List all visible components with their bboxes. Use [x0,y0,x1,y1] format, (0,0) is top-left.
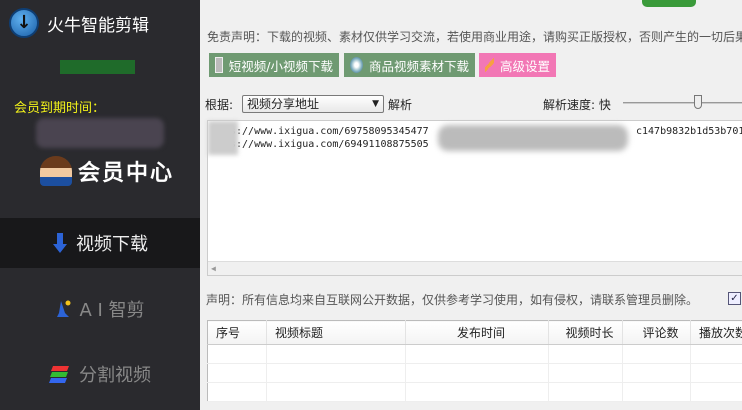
col-title[interactable]: 视频标题 [266,320,406,345]
option-checkbox[interactable]: ✓ [728,292,741,305]
basis-label: 根据: [205,98,234,112]
parse-button[interactable]: 解析 [388,96,412,113]
main-panel: 免责声明：下载的视频、素材仅供学习交流，若使用商业用途，请购买正版授权，否则产生… [200,0,742,410]
app-title: 火牛智能剪辑 [47,16,149,36]
col-duration[interactable]: 视频时长 [548,320,623,345]
nav-label: 分割视频 [79,365,151,386]
url-tail: c147b9832b1d53b701673 [636,126,742,137]
vip-center-button[interactable]: 会员中心 [40,155,174,187]
button-label: 短视频/小视频下载 [228,58,333,74]
speed-slider-thumb[interactable] [694,95,702,109]
wizard-icon [57,300,71,317]
sidebar: ↓ 火牛智能剪辑 会员到期时间： 会员中心 视频下载 A I 智剪 分割视频 [0,0,200,410]
nav-label: 视频下载 [76,234,148,255]
sidebar-item-ai-edit[interactable]: A I 智剪 [0,284,200,334]
product-video-download-button[interactable]: 商品视频素材下载 [344,53,475,77]
sidebar-item-split-video[interactable]: 分割视频 [0,349,200,399]
speed-label: 解析速度: 快 [543,98,611,112]
table-row [207,382,742,402]
user-avatar-icon [40,156,72,186]
sidebar-item-video-download[interactable]: 视频下载 [0,218,200,268]
layers-icon [49,366,69,383]
chevron-down-icon: ▼ [372,99,379,109]
redacted-region [438,125,628,151]
button-label: 商品视频素材下载 [368,58,469,74]
basis-select-value: 视频分享地址 [247,97,320,111]
redacted-expiry [36,118,164,148]
disclaimer-text: 免责声明：下载的视频、素材仅供学习交流，若使用商业用途，请购买正版授权，否则产生… [207,30,742,44]
download-arrow-icon: ↓ [9,8,39,38]
disc-icon [350,57,363,73]
status-bar [60,60,135,74]
col-plays[interactable]: 播放次数 [690,320,742,345]
table-row [207,363,742,383]
download-icon [53,233,67,253]
speed-slider[interactable] [623,102,742,104]
wrench-icon [485,57,494,73]
document-icon [215,57,223,73]
short-video-download-button[interactable]: 短视频/小视频下载 [209,53,339,77]
url-input[interactable]: s://www.ixigua.com/69758095345477 s://ww… [207,120,742,276]
table-row [207,344,742,364]
nav-label: A I 智剪 [79,300,145,321]
horizontal-scrollbar[interactable]: ◀ [208,261,742,275]
button-label: 高级设置 [499,58,550,74]
col-publish-time[interactable]: 发布时间 [405,320,549,345]
redacted-region [208,121,238,155]
vip-expiry-label: 会员到期时间： [14,101,106,116]
basis-select[interactable]: 视频分享地址 ▼ [242,95,384,113]
statement-text: 声明：所有信息均来自互联网公开数据，仅供参考学习使用，如有侵权，请联系管理员删除… [206,293,699,307]
advanced-settings-button[interactable]: 高级设置 [479,53,556,77]
vip-center-label: 会员中心 [78,160,175,186]
results-table: 序号 视频标题 发布时间 视频时长 评论数 播放次数 [207,320,742,402]
progress-indicator [642,0,696,7]
col-comments[interactable]: 评论数 [622,320,691,345]
col-index[interactable]: 序号 [207,320,267,345]
